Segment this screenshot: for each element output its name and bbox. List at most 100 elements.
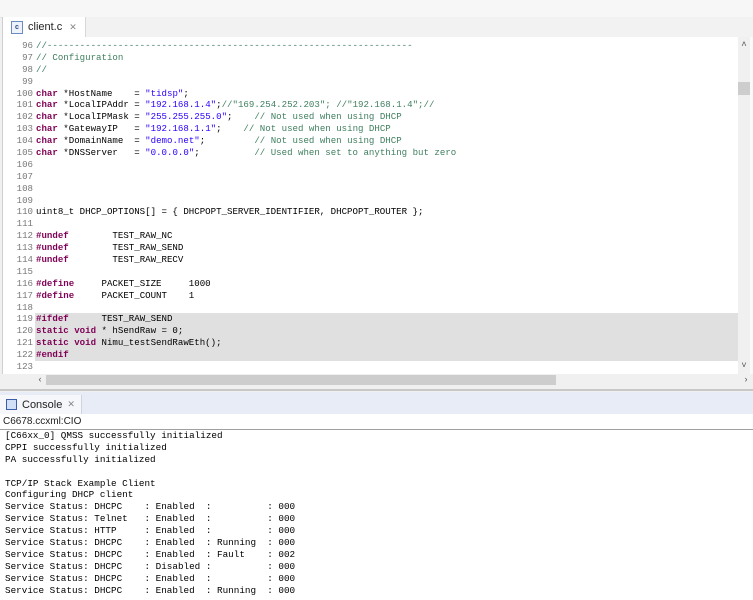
code-token-kw: #undef	[36, 230, 69, 242]
console-line: CPPI successfully initialized	[5, 441, 167, 453]
close-tab-icon[interactable]: ✕	[67, 399, 75, 410]
code-line: 111	[3, 218, 739, 230]
code-text: // Configuration	[35, 52, 739, 64]
line-number: 96	[22, 40, 33, 51]
scroll-thumb[interactable]	[46, 375, 556, 385]
line-number: 101	[16, 99, 33, 111]
code-text: //--------------------------------------…	[35, 40, 739, 52]
console-line: Service Status: DHCPC : Enabled : : 000	[5, 572, 296, 584]
code-token-pl: TEST_RAW_RECV	[68, 254, 184, 266]
code-line: 107	[3, 171, 739, 183]
line-number: 105	[16, 147, 33, 159]
line-number: 102	[16, 111, 33, 123]
code-line: 97// Configuration	[3, 52, 739, 64]
tab-label: Console	[22, 398, 63, 411]
code-token-pl: PACKET_SIZE 1000	[74, 277, 211, 289]
code-token-pl: ;	[216, 123, 244, 135]
line-number: 123	[16, 361, 33, 373]
code-text: #undef TEST_RAW_RECV	[35, 254, 739, 266]
line-number: 106	[16, 158, 33, 170]
code-token-pl: TEST_RAW_NC	[68, 230, 173, 242]
code-text: #endif	[35, 349, 739, 362]
code-token-pl: PACKET_COUNT 1	[74, 289, 195, 301]
console-line: Service Status: DHCPC : Enabled : Runnin…	[5, 537, 296, 549]
code-token-pl: TEST_RAW_SEND	[68, 313, 173, 325]
console-line: [C66xx_0] QMSS successfully initialized	[5, 430, 223, 441]
scroll-down-icon[interactable]: ˅	[738, 360, 750, 370]
code-line: 110 uint8_t DHCP_OPTIONS[] = { DHCPOPT_SE…	[3, 206, 739, 218]
line-number: 107	[16, 170, 33, 182]
line-number: 111	[16, 218, 33, 230]
code-token-pl: * hSendRaw = 0;	[96, 325, 184, 337]
code-line: 114 #undef TEST_RAW_RECV	[3, 254, 739, 266]
scroll-up-icon[interactable]: ˄	[738, 39, 750, 49]
code-line: 121 static void Nimu_testSendRawEth();	[3, 337, 739, 350]
code-text: #define PACKET_SIZE 1000	[35, 278, 739, 290]
line-number: 99	[22, 75, 33, 87]
console-icon	[6, 399, 17, 410]
console-line: TCP/IP Stack Example Client	[5, 477, 156, 489]
code-line: 102 char *LocalIPMask = "255.255.255.0"; …	[3, 111, 739, 123]
code-token-kw: char	[36, 123, 58, 135]
code-token-cm: //	[36, 63, 47, 75]
code-token-kw: #define	[36, 277, 75, 289]
console-line: Configuring DHCP client	[5, 489, 134, 501]
tab-console[interactable]: Console ✕	[0, 395, 82, 414]
line-number: 98	[22, 63, 33, 75]
code-token-str: "demo.net"	[145, 135, 200, 147]
code-token-pl: ;	[227, 111, 255, 123]
code-line: 105 char *DNSServer = "0.0.0.0"; // Used …	[3, 147, 739, 159]
code-line: 98//	[3, 64, 739, 76]
code-token-kw: #endif	[36, 349, 69, 361]
code-token-cm: // Not used when using DHCP	[254, 135, 402, 147]
code-token-pl: *DomainName =	[57, 135, 146, 147]
line-number: 109	[16, 194, 33, 206]
code-line: 103 char *GatewayIP = "192.168.1.1"; // N…	[3, 123, 739, 135]
code-token-kw: static void	[36, 325, 97, 337]
code-text: char *LocalIPAddr = "192.168.1.4";//"169…	[35, 99, 739, 111]
code-token-kw: char	[36, 147, 58, 159]
scroll-right-icon[interactable]: ›	[740, 374, 752, 384]
code-token-kw: char	[36, 87, 58, 99]
code-text: char *DomainName = "demo.net"; // Not us…	[35, 135, 739, 147]
console-output[interactable]: [C66xx_0] QMSS successfully initialized C…	[0, 430, 753, 600]
code-line: 117 #define PACKET_COUNT 1	[3, 290, 739, 302]
scroll-thumb[interactable]	[738, 82, 750, 95]
line-number: 117	[16, 289, 33, 301]
code-editor[interactable]: 96//------------------------------------…	[2, 37, 739, 374]
code-token-pl: *DNSServer =	[57, 147, 146, 159]
scroll-left-icon[interactable]: ‹	[34, 374, 46, 384]
code-token-kw: char	[36, 111, 58, 123]
tab-client-c[interactable]: c client.c ✕	[3, 17, 86, 37]
panel-divider[interactable]	[0, 389, 753, 391]
line-number: 115	[16, 265, 33, 277]
console-line: Service Status: DHCPC : Enabled : Runnin…	[5, 584, 296, 596]
code-line: 108	[3, 183, 739, 195]
code-token-pl: ;	[199, 135, 255, 147]
code-token-pl: Nimu_testSendRawEth();	[96, 337, 222, 349]
code-text: #undef TEST_RAW_SEND	[35, 242, 739, 254]
line-number: 116	[16, 277, 33, 289]
code-token-cm: // Used when set to anything but zero	[254, 147, 457, 159]
close-tab-icon[interactable]: ✕	[69, 22, 77, 33]
code-token-pl: uint8_t DHCP_OPTIONS[] = { DHCPOPT_SERVE…	[36, 206, 424, 218]
code-token-pl: *HostName =	[57, 87, 146, 99]
code-token-kw: #define	[36, 289, 75, 301]
code-line: 109	[3, 195, 739, 207]
code-line: 116 #define PACKET_SIZE 1000	[3, 278, 739, 290]
code-line: 123	[3, 361, 739, 373]
line-number: 120	[16, 325, 33, 337]
code-token-cm: //"169.254.252.203"; //"192.168.1.4";//	[221, 99, 435, 111]
console-line: PA successfully initialized	[5, 453, 156, 465]
line-number: 100	[16, 87, 33, 99]
code-token-kw: char	[36, 135, 58, 147]
editor-horizontal-scrollbar[interactable]: ‹ ›	[34, 374, 748, 386]
editor-vertical-scrollbar[interactable]: ˄ ˅	[738, 37, 750, 374]
